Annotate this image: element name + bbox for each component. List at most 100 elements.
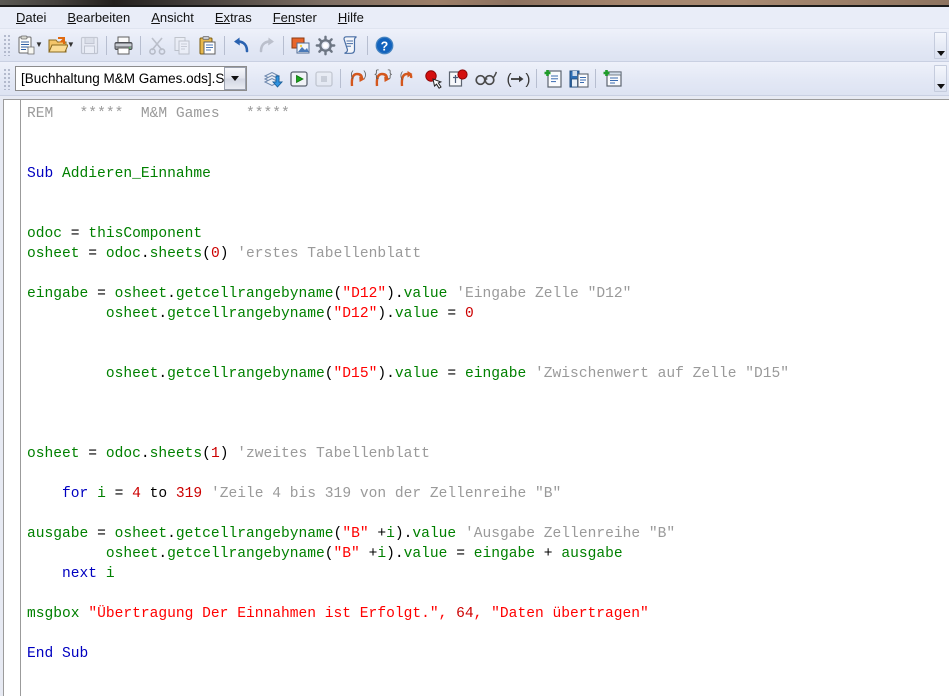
- macros-button[interactable]: [338, 33, 363, 58]
- code-line: osheet.getcellrangebyname("B" +i).value …: [27, 544, 949, 564]
- redo-button[interactable]: [254, 33, 279, 58]
- code-line: [27, 324, 949, 344]
- menu-item-hilfe[interactable]: Hilfe: [328, 8, 375, 28]
- code-token-ident: osheet: [27, 446, 80, 462]
- toolbar-grip-handle[interactable]: [3, 34, 11, 56]
- run-button[interactable]: [286, 66, 311, 91]
- open-document-button[interactable]: [45, 33, 70, 58]
- code-token-ident: i: [106, 566, 115, 582]
- code-line: Sub Addieren_Einnahme: [27, 164, 949, 184]
- code-token-ident: eingabe: [465, 366, 526, 382]
- insert-module-button[interactable]: [541, 66, 566, 91]
- code-token-ident: osheet: [115, 526, 168, 542]
- new-document-button[interactable]: [13, 33, 38, 58]
- code-token-ident: value: [395, 306, 439, 322]
- code-token-str: "D12": [342, 286, 386, 302]
- undo-button[interactable]: [229, 33, 254, 58]
- window-chrome-strip: [0, 0, 949, 7]
- code-token-op: +: [369, 526, 387, 542]
- code-line: msgbox "Übertragung Der Einnahmen ist Er…: [27, 604, 949, 624]
- menu-item-extras[interactable]: Extras: [205, 8, 263, 28]
- toggle-breakpoint-button[interactable]: [420, 66, 445, 91]
- code-token-op: [27, 306, 106, 322]
- standard-toolbar-overflow-button[interactable]: [934, 32, 947, 59]
- print-button[interactable]: [111, 33, 136, 58]
- code-token-ident: osheet: [106, 306, 159, 322]
- code-token-op: ): [377, 366, 386, 382]
- code-token-op: [456, 526, 465, 542]
- watch-button[interactable]: [470, 66, 501, 91]
- macro-toolbar-grip-handle[interactable]: [3, 68, 11, 90]
- code-token-op: +: [535, 546, 561, 562]
- insert-dialog-button[interactable]: [600, 66, 625, 91]
- compile-button[interactable]: [261, 66, 286, 91]
- save-button[interactable]: [77, 33, 102, 58]
- step-over-button[interactable]: ( ): [345, 66, 370, 91]
- code-token-ident: Addieren_Einnahme: [62, 166, 211, 182]
- library-combobox[interactable]: [Buchhaltung M&M Games.ods].St: [15, 66, 247, 91]
- library-combobox-arrow[interactable]: [224, 67, 246, 90]
- code-line: [27, 464, 949, 484]
- cut-button[interactable]: [145, 33, 170, 58]
- menu-item-ansicht[interactable]: Ansicht: [141, 8, 205, 28]
- code-token-str: ,: [439, 606, 457, 622]
- code-token-op: .: [141, 246, 150, 262]
- library-combobox-value[interactable]: [Buchhaltung M&M Games.ods].St: [16, 71, 224, 87]
- help-button[interactable]: ?: [372, 33, 397, 58]
- code-token-op: =: [106, 486, 132, 502]
- svg-text:): ): [523, 72, 530, 89]
- menu-item-bearbeiten[interactable]: Bearbeiten: [57, 8, 141, 28]
- code-token-cmt: 'Eingabe Zelle "D12": [456, 286, 631, 302]
- code-token-op: [228, 446, 237, 462]
- menu-item-label: ilfe: [347, 10, 364, 25]
- code-token-op: [27, 546, 106, 562]
- code-token-ident: getcellrangebyname: [167, 306, 325, 322]
- code-token-op: (: [334, 526, 343, 542]
- code-token-op: =: [88, 526, 114, 542]
- code-token-op: =: [80, 246, 106, 262]
- step-into-button[interactable]: { }: [370, 66, 395, 91]
- code-token-op: [228, 246, 237, 262]
- menu-accelerator: A: [151, 10, 160, 25]
- menu-item-label: ster: [295, 10, 317, 25]
- stop-button[interactable]: [311, 66, 336, 91]
- svg-text:(: (: [505, 72, 514, 89]
- code-token-kw: next: [62, 566, 106, 582]
- code-line: next i: [27, 564, 949, 584]
- code-token-ident: eingabe: [27, 286, 88, 302]
- breakpoint-gutter[interactable]: [4, 100, 21, 696]
- code-token-cmt: REM: [27, 106, 53, 122]
- code-token-op: =: [439, 306, 465, 322]
- code-token-op: [447, 286, 456, 302]
- menu-accelerator: Fen: [273, 10, 295, 25]
- menu-item-datei[interactable]: Datei: [6, 8, 57, 28]
- macro-toolbar-overflow-button[interactable]: [934, 65, 947, 92]
- code-token-str: ,: [474, 606, 492, 622]
- code-line: osheet = odoc.sheets(0) 'erstes Tabellen…: [27, 244, 949, 264]
- basic-code-text[interactable]: REM ***** M&M Games ***** Sub Addieren_E…: [22, 100, 949, 696]
- code-token-str: "Daten übertragen": [491, 606, 649, 622]
- step-out-button[interactable]: (: [395, 66, 420, 91]
- copy-button[interactable]: [170, 33, 195, 58]
- code-line: REM ***** M&M Games *****: [27, 104, 949, 124]
- editor-surface[interactable]: REM ***** M&M Games ***** Sub Addieren_E…: [3, 99, 949, 696]
- code-token-ident: eingabe: [474, 546, 535, 562]
- gallery-button[interactable]: [288, 33, 313, 58]
- code-token-op: .: [158, 366, 167, 382]
- code-token-op: [526, 366, 535, 382]
- menu-item-fenster[interactable]: Fenster: [263, 8, 328, 28]
- code-token-op: [27, 366, 106, 382]
- menu-item-label: atei: [25, 10, 46, 25]
- code-token-num: 319: [176, 486, 202, 502]
- code-token-ident: msgbox: [27, 606, 80, 622]
- code-token-kw: End Sub: [27, 646, 88, 662]
- options-button[interactable]: [313, 33, 338, 58]
- code-line: [27, 424, 949, 444]
- manage-breakpoints-button[interactable]: [445, 66, 470, 91]
- code-token-op: =: [439, 366, 465, 382]
- paste-button[interactable]: [195, 33, 220, 58]
- procedure-step-button[interactable]: ( ): [501, 66, 532, 91]
- svg-text:{: {: [373, 69, 379, 81]
- save-module-button[interactable]: [566, 66, 591, 91]
- toolbar-separator: [283, 36, 284, 55]
